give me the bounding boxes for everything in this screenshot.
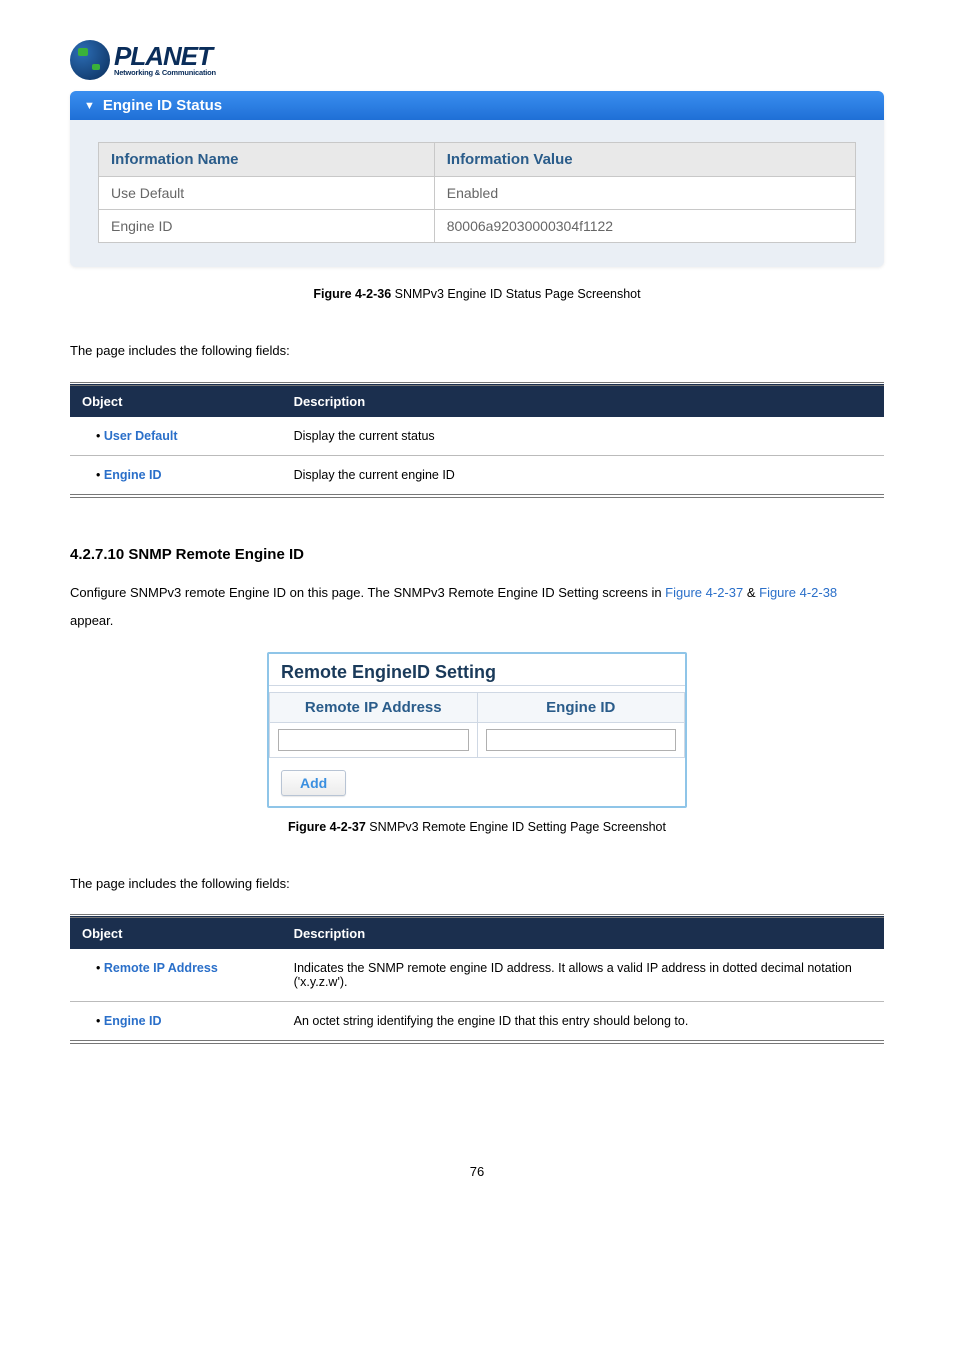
fields-intro-1: The page includes the following fields: xyxy=(70,337,884,366)
fields-intro-2: The page includes the following fields: xyxy=(70,870,884,899)
info-value-cell: 80006a92030000304f1122 xyxy=(434,210,855,243)
add-button[interactable]: Add xyxy=(281,770,346,796)
description-cell: Display the current engine ID xyxy=(282,455,884,496)
logo-tagline: Networking & Communication xyxy=(114,69,216,77)
engine-id-status-body: Information Name Information Value Use D… xyxy=(70,120,884,243)
figure-label-2: Figure 4-2-37 xyxy=(288,820,366,834)
table-row: Engine ID Display the current engine ID xyxy=(70,455,884,496)
engine-id-input[interactable] xyxy=(486,729,677,751)
logo-name: PLANET xyxy=(114,43,216,69)
description-cell: An octet string identifying the engine I… xyxy=(282,1002,884,1043)
table-row: User Default Display the current status xyxy=(70,417,884,456)
para-text-1: Configure SNMPv3 remote Engine ID on thi… xyxy=(70,585,665,600)
object-name: Remote IP Address xyxy=(104,961,218,975)
figure-link-2[interactable]: Figure 4-2-38 xyxy=(759,585,837,600)
logo-text: PLANET Networking & Communication xyxy=(114,43,216,77)
engine-id-header: Engine ID xyxy=(477,692,685,722)
table-row xyxy=(270,722,685,757)
info-value-header: Information Value xyxy=(434,143,855,177)
para-amp: & xyxy=(743,585,759,600)
engine-id-status-panel: ▼ Engine ID Status Information Name Info… xyxy=(70,91,884,267)
table-row: Engine ID An octet string identifying th… xyxy=(70,1002,884,1043)
object-cell: Engine ID xyxy=(70,455,282,496)
para-text-2: appear. xyxy=(70,613,113,628)
object-cell: User Default xyxy=(70,417,282,456)
table-row: Engine ID 80006a92030000304f1122 xyxy=(99,210,856,243)
object-cell: Remote IP Address xyxy=(70,949,282,1002)
object-name: User Default xyxy=(104,429,178,443)
object-header: Object xyxy=(70,384,282,417)
description-header: Description xyxy=(282,384,884,417)
figure-text-2: SNMPv3 Remote Engine ID Setting Page Scr… xyxy=(366,820,666,834)
figure-caption-2: Figure 4-2-37 SNMPv3 Remote Engine ID Se… xyxy=(70,820,884,834)
info-name-cell: Engine ID xyxy=(99,210,435,243)
object-name: Engine ID xyxy=(104,1014,162,1028)
object-description-table-2: Object Description Remote IP Address Ind… xyxy=(70,914,884,1044)
section-title: 4.2.7.10 SNMP Remote Engine ID xyxy=(70,546,884,563)
remote-engine-id-panel: Remote EngineID Setting Remote IP Addres… xyxy=(267,652,687,808)
object-cell: Engine ID xyxy=(70,1002,282,1043)
logo-globe-icon xyxy=(70,40,110,80)
engine-id-status-title: Engine ID Status xyxy=(103,97,222,114)
logo: PLANET Networking & Communication xyxy=(70,40,216,80)
figure-label-1: Figure 4-2-36 xyxy=(313,287,391,301)
table-row: Use Default Enabled xyxy=(99,177,856,210)
table-row: Remote IP Address Indicates the SNMP rem… xyxy=(70,949,884,1002)
figure-text-1: SNMPv3 Engine ID Status Page Screenshot xyxy=(391,287,640,301)
info-name-cell: Use Default xyxy=(99,177,435,210)
object-description-table-1: Object Description User Default Display … xyxy=(70,382,884,498)
remote-engine-id-table: Remote IP Address Engine ID xyxy=(269,692,685,758)
info-value-cell: Enabled xyxy=(434,177,855,210)
engine-id-status-table: Information Name Information Value Use D… xyxy=(98,142,856,243)
object-name: Engine ID xyxy=(104,468,162,482)
remote-ip-cell xyxy=(270,722,478,757)
section-paragraph: Configure SNMPv3 remote Engine ID on thi… xyxy=(70,579,884,636)
info-name-header: Information Name xyxy=(99,143,435,177)
page-number: 76 xyxy=(70,1164,884,1179)
description-cell: Indicates the SNMP remote engine ID addr… xyxy=(282,949,884,1002)
figure-caption-1: Figure 4-2-36 SNMPv3 Engine ID Status Pa… xyxy=(70,287,884,301)
logo-wrap: PLANET Networking & Communication xyxy=(70,40,884,83)
remote-engine-id-title: Remote EngineID Setting xyxy=(269,654,685,686)
description-cell: Display the current status xyxy=(282,417,884,456)
object-header: Object xyxy=(70,916,282,949)
engine-id-cell xyxy=(477,722,685,757)
figure-link-1[interactable]: Figure 4-2-37 xyxy=(665,585,743,600)
remote-ip-input[interactable] xyxy=(278,729,469,751)
chevron-down-icon: ▼ xyxy=(84,100,95,112)
engine-id-status-header[interactable]: ▼ Engine ID Status xyxy=(70,91,884,120)
description-header: Description xyxy=(282,916,884,949)
remote-ip-header: Remote IP Address xyxy=(270,692,478,722)
